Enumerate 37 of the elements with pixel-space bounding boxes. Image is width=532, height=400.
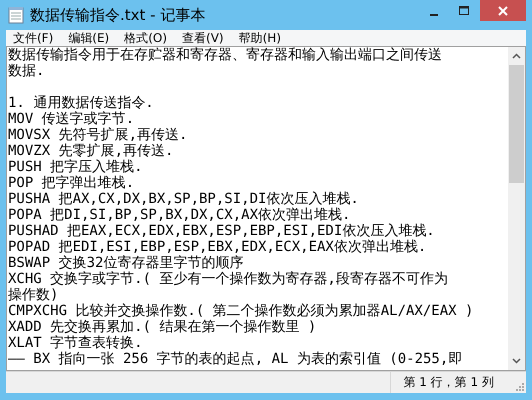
text-line: MOVZX 先零扩展,再传送.: [8, 143, 174, 159]
menu-item[interactable]: 帮助(H): [234, 30, 291, 46]
text-line: POP 把字弹出堆栈.: [8, 175, 134, 191]
text-area[interactable]: [6, 46, 526, 371]
text-line: MOVSX 先符号扩展,再传送.: [8, 127, 188, 143]
close-icon: [498, 6, 508, 16]
maximize-icon: [459, 6, 469, 16]
text-line: XADD 先交换再累加.( 结果在第一个操作数里 ): [8, 319, 316, 335]
scroll-down-icon[interactable]: [512, 358, 521, 364]
vertical-scrollbar[interactable]: [508, 47, 525, 370]
text-line: XCHG 交换字或字节.( 至少有一个操作数为寄存器,段寄存器不可作为: [8, 271, 448, 287]
text-line: PUSHA 把AX,CX,DX,BX,SP,BP,SI,DI依次压入堆栈.: [8, 191, 359, 207]
minimize-icon: [430, 14, 438, 16]
cursor-position: 第 1 行，第 1 列: [402, 374, 495, 391]
text-line: POPA 把DI,SI,BP,SP,BX,DX,CX,AX依次弹出堆栈.: [8, 207, 350, 223]
text-line: —— BX 指向一张 256 字节的表的起点, AL 为表的索引值 (0-255,即: [8, 351, 462, 367]
scroll-up-icon[interactable]: [512, 53, 521, 59]
text-line: MOV 传送字或字节.: [8, 111, 134, 127]
scroll-thumb[interactable]: [509, 65, 524, 183]
text-line: 数据传输指令用于在存贮器和寄存器、寄存器和输入输出端口之间传送: [8, 47, 442, 63]
text-line: CMPXCHG 比较并交换操作数.( 第二个操作数必须为累加器AL/AX/EAX ): [8, 303, 474, 319]
text-line: PUSH 把字压入堆栈.: [8, 159, 143, 175]
text-line: PUSHAD 把EAX,ECX,EDX,EBX,ESP,EBP,ESI,EDI依次压入堆栈.: [8, 223, 435, 239]
menu-item[interactable]: 查看(V): [177, 30, 234, 46]
notepad-icon: [8, 6, 24, 24]
close-button[interactable]: [480, 0, 526, 21]
menu-item[interactable]: 编辑(E): [63, 30, 120, 46]
text-line: BSWAP 交换32位寄存器里字节的顺序: [8, 255, 244, 271]
text-line: POPAD 把EDI,ESI,EBP,ESP,EBX,EDX,ECX,EAX依次弹出堆栈.: [8, 239, 426, 255]
text-line: XLAT 字节查表转换.: [8, 335, 143, 351]
menu-item[interactable]: 格式(O): [119, 30, 178, 46]
menu-item[interactable]: 文件(F): [8, 30, 64, 46]
window-title: 数据传输指令.txt - 记事本: [30, 6, 206, 24]
text-line: 1. 通用数据传送指令.: [8, 95, 154, 111]
text-line: 数据.: [8, 63, 44, 79]
text-line: 操作数): [8, 287, 58, 303]
resize-grip-icon[interactable]: [514, 381, 524, 391]
